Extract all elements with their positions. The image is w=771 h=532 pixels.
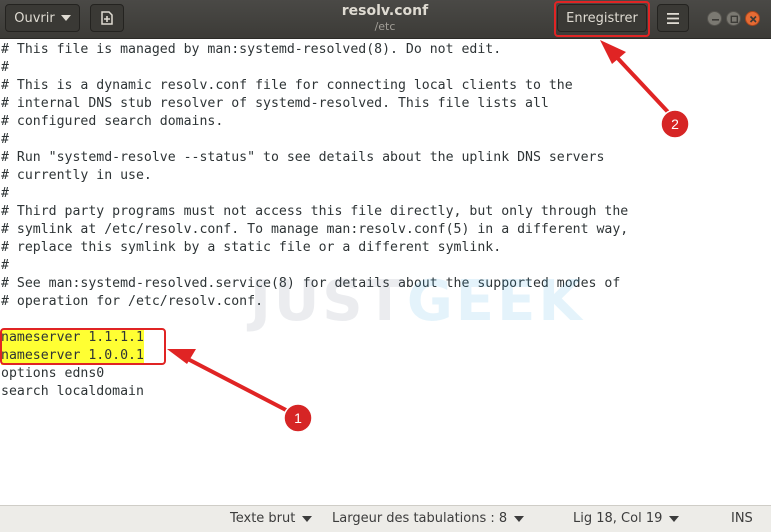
annotation-marker-1-label: 1 (294, 410, 302, 426)
annotation-arrow-1 (167, 349, 288, 412)
annotation-marker-2: 2 (660, 109, 690, 139)
annotation-arrow-2 (600, 40, 670, 114)
annotation-marker-1: 1 (283, 403, 313, 433)
annotation-marker-2-label: 2 (671, 116, 679, 132)
annotation-overlay: 1 2 (167, 40, 690, 433)
